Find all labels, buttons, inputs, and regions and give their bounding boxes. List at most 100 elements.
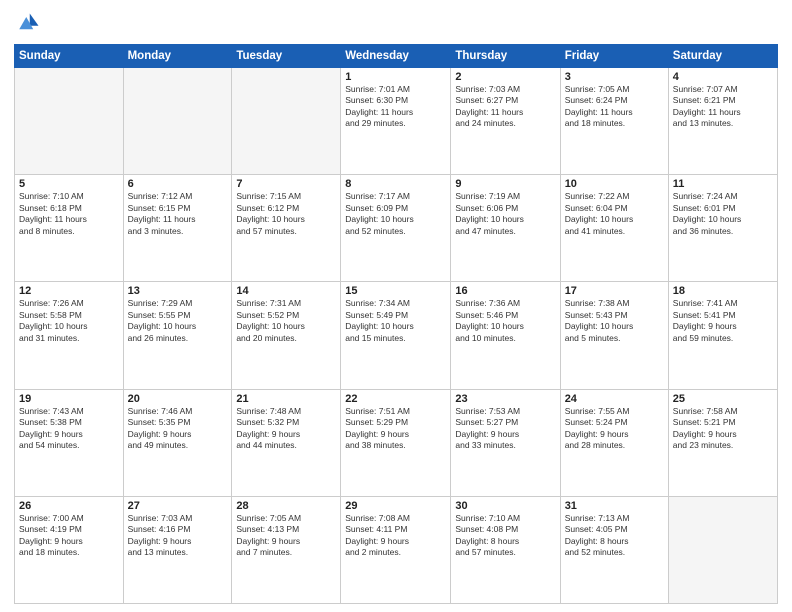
day-cell: 12Sunrise: 7:26 AM Sunset: 5:58 PM Dayli… xyxy=(15,282,124,389)
day-cell: 6Sunrise: 7:12 AM Sunset: 6:15 PM Daylig… xyxy=(123,175,232,282)
day-cell: 29Sunrise: 7:08 AM Sunset: 4:11 PM Dayli… xyxy=(341,496,451,603)
day-number: 25 xyxy=(673,393,773,405)
week-row-2: 5Sunrise: 7:10 AM Sunset: 6:18 PM Daylig… xyxy=(15,175,778,282)
day-number: 11 xyxy=(673,178,773,190)
day-info: Sunrise: 7:17 AM Sunset: 6:09 PM Dayligh… xyxy=(345,191,446,237)
week-row-1: 1Sunrise: 7:01 AM Sunset: 6:30 PM Daylig… xyxy=(15,68,778,175)
day-cell: 13Sunrise: 7:29 AM Sunset: 5:55 PM Dayli… xyxy=(123,282,232,389)
day-number: 21 xyxy=(236,393,336,405)
day-cell: 17Sunrise: 7:38 AM Sunset: 5:43 PM Dayli… xyxy=(560,282,668,389)
day-number: 26 xyxy=(19,500,119,512)
day-info: Sunrise: 7:31 AM Sunset: 5:52 PM Dayligh… xyxy=(236,298,336,344)
day-cell: 18Sunrise: 7:41 AM Sunset: 5:41 PM Dayli… xyxy=(668,282,777,389)
day-number: 17 xyxy=(565,285,664,297)
day-cell xyxy=(123,68,232,175)
day-cell xyxy=(668,496,777,603)
day-cell: 21Sunrise: 7:48 AM Sunset: 5:32 PM Dayli… xyxy=(232,389,341,496)
day-number: 29 xyxy=(345,500,446,512)
week-row-3: 12Sunrise: 7:26 AM Sunset: 5:58 PM Dayli… xyxy=(15,282,778,389)
day-info: Sunrise: 7:46 AM Sunset: 5:35 PM Dayligh… xyxy=(128,406,228,452)
day-cell: 8Sunrise: 7:17 AM Sunset: 6:09 PM Daylig… xyxy=(341,175,451,282)
col-header-friday: Friday xyxy=(560,45,668,68)
day-info: Sunrise: 7:03 AM Sunset: 6:27 PM Dayligh… xyxy=(455,84,555,130)
day-number: 6 xyxy=(128,178,228,190)
day-cell: 25Sunrise: 7:58 AM Sunset: 5:21 PM Dayli… xyxy=(668,389,777,496)
day-number: 4 xyxy=(673,71,773,83)
day-cell: 2Sunrise: 7:03 AM Sunset: 6:27 PM Daylig… xyxy=(451,68,560,175)
day-number: 10 xyxy=(565,178,664,190)
day-info: Sunrise: 7:53 AM Sunset: 5:27 PM Dayligh… xyxy=(455,406,555,452)
day-info: Sunrise: 7:26 AM Sunset: 5:58 PM Dayligh… xyxy=(19,298,119,344)
day-number: 14 xyxy=(236,285,336,297)
day-number: 19 xyxy=(19,393,119,405)
header-row: SundayMondayTuesdayWednesdayThursdayFrid… xyxy=(15,45,778,68)
day-info: Sunrise: 7:41 AM Sunset: 5:41 PM Dayligh… xyxy=(673,298,773,344)
day-info: Sunrise: 7:51 AM Sunset: 5:29 PM Dayligh… xyxy=(345,406,446,452)
day-cell: 26Sunrise: 7:00 AM Sunset: 4:19 PM Dayli… xyxy=(15,496,124,603)
day-cell: 31Sunrise: 7:13 AM Sunset: 4:05 PM Dayli… xyxy=(560,496,668,603)
day-info: Sunrise: 7:29 AM Sunset: 5:55 PM Dayligh… xyxy=(128,298,228,344)
day-number: 20 xyxy=(128,393,228,405)
col-header-saturday: Saturday xyxy=(668,45,777,68)
col-header-thursday: Thursday xyxy=(451,45,560,68)
day-info: Sunrise: 7:13 AM Sunset: 4:05 PM Dayligh… xyxy=(565,513,664,559)
day-number: 3 xyxy=(565,71,664,83)
day-number: 5 xyxy=(19,178,119,190)
day-info: Sunrise: 7:43 AM Sunset: 5:38 PM Dayligh… xyxy=(19,406,119,452)
day-info: Sunrise: 7:05 AM Sunset: 4:13 PM Dayligh… xyxy=(236,513,336,559)
day-info: Sunrise: 7:48 AM Sunset: 5:32 PM Dayligh… xyxy=(236,406,336,452)
day-number: 15 xyxy=(345,285,446,297)
day-cell: 16Sunrise: 7:36 AM Sunset: 5:46 PM Dayli… xyxy=(451,282,560,389)
col-header-sunday: Sunday xyxy=(15,45,124,68)
day-info: Sunrise: 7:55 AM Sunset: 5:24 PM Dayligh… xyxy=(565,406,664,452)
day-info: Sunrise: 7:10 AM Sunset: 4:08 PM Dayligh… xyxy=(455,513,555,559)
week-row-4: 19Sunrise: 7:43 AM Sunset: 5:38 PM Dayli… xyxy=(15,389,778,496)
day-cell: 19Sunrise: 7:43 AM Sunset: 5:38 PM Dayli… xyxy=(15,389,124,496)
day-info: Sunrise: 7:00 AM Sunset: 4:19 PM Dayligh… xyxy=(19,513,119,559)
day-cell: 11Sunrise: 7:24 AM Sunset: 6:01 PM Dayli… xyxy=(668,175,777,282)
day-info: Sunrise: 7:19 AM Sunset: 6:06 PM Dayligh… xyxy=(455,191,555,237)
day-number: 16 xyxy=(455,285,555,297)
day-cell: 28Sunrise: 7:05 AM Sunset: 4:13 PM Dayli… xyxy=(232,496,341,603)
calendar-table: SundayMondayTuesdayWednesdayThursdayFrid… xyxy=(14,44,778,604)
col-header-tuesday: Tuesday xyxy=(232,45,341,68)
day-cell: 9Sunrise: 7:19 AM Sunset: 6:06 PM Daylig… xyxy=(451,175,560,282)
day-cell: 27Sunrise: 7:03 AM Sunset: 4:16 PM Dayli… xyxy=(123,496,232,603)
day-info: Sunrise: 7:05 AM Sunset: 6:24 PM Dayligh… xyxy=(565,84,664,130)
day-cell: 14Sunrise: 7:31 AM Sunset: 5:52 PM Dayli… xyxy=(232,282,341,389)
day-info: Sunrise: 7:38 AM Sunset: 5:43 PM Dayligh… xyxy=(565,298,664,344)
day-cell: 20Sunrise: 7:46 AM Sunset: 5:35 PM Dayli… xyxy=(123,389,232,496)
day-info: Sunrise: 7:15 AM Sunset: 6:12 PM Dayligh… xyxy=(236,191,336,237)
day-info: Sunrise: 7:01 AM Sunset: 6:30 PM Dayligh… xyxy=(345,84,446,130)
day-cell: 24Sunrise: 7:55 AM Sunset: 5:24 PM Dayli… xyxy=(560,389,668,496)
day-number: 31 xyxy=(565,500,664,512)
day-cell: 5Sunrise: 7:10 AM Sunset: 6:18 PM Daylig… xyxy=(15,175,124,282)
day-number: 9 xyxy=(455,178,555,190)
day-info: Sunrise: 7:03 AM Sunset: 4:16 PM Dayligh… xyxy=(128,513,228,559)
col-header-wednesday: Wednesday xyxy=(341,45,451,68)
day-info: Sunrise: 7:58 AM Sunset: 5:21 PM Dayligh… xyxy=(673,406,773,452)
header xyxy=(14,10,778,38)
day-info: Sunrise: 7:08 AM Sunset: 4:11 PM Dayligh… xyxy=(345,513,446,559)
day-cell: 7Sunrise: 7:15 AM Sunset: 6:12 PM Daylig… xyxy=(232,175,341,282)
page-container: SundayMondayTuesdayWednesdayThursdayFrid… xyxy=(0,0,792,612)
day-cell: 15Sunrise: 7:34 AM Sunset: 5:49 PM Dayli… xyxy=(341,282,451,389)
day-info: Sunrise: 7:24 AM Sunset: 6:01 PM Dayligh… xyxy=(673,191,773,237)
day-cell xyxy=(15,68,124,175)
logo xyxy=(14,10,46,38)
day-cell: 10Sunrise: 7:22 AM Sunset: 6:04 PM Dayli… xyxy=(560,175,668,282)
day-number: 30 xyxy=(455,500,555,512)
day-number: 23 xyxy=(455,393,555,405)
day-info: Sunrise: 7:07 AM Sunset: 6:21 PM Dayligh… xyxy=(673,84,773,130)
logo-icon xyxy=(14,10,42,38)
day-number: 22 xyxy=(345,393,446,405)
day-cell: 23Sunrise: 7:53 AM Sunset: 5:27 PM Dayli… xyxy=(451,389,560,496)
day-number: 2 xyxy=(455,71,555,83)
day-number: 8 xyxy=(345,178,446,190)
day-cell: 30Sunrise: 7:10 AM Sunset: 4:08 PM Dayli… xyxy=(451,496,560,603)
week-row-5: 26Sunrise: 7:00 AM Sunset: 4:19 PM Dayli… xyxy=(15,496,778,603)
day-number: 28 xyxy=(236,500,336,512)
day-info: Sunrise: 7:22 AM Sunset: 6:04 PM Dayligh… xyxy=(565,191,664,237)
day-info: Sunrise: 7:10 AM Sunset: 6:18 PM Dayligh… xyxy=(19,191,119,237)
day-info: Sunrise: 7:34 AM Sunset: 5:49 PM Dayligh… xyxy=(345,298,446,344)
